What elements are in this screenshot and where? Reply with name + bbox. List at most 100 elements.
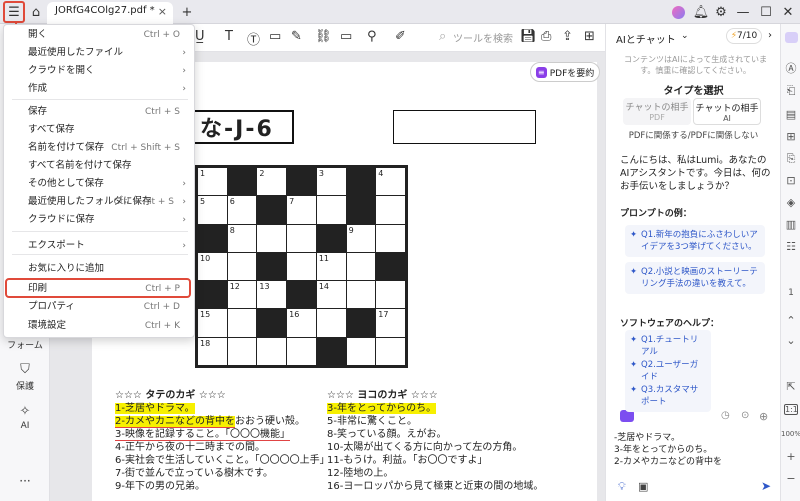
cursor-icon[interactable]: ⇱ — [784, 380, 798, 393]
scan-doc-icon[interactable]: ⊡ — [784, 174, 798, 187]
clue-text: 3-年をとってからのち。 — [327, 403, 437, 414]
text-icon[interactable]: T — [225, 29, 233, 44]
document-tab[interactable]: JORfG4COlg27.pdf * × — [47, 2, 173, 24]
clue-text: 11-もうけ。利益。「お〇〇ですよ」 — [327, 455, 488, 466]
textbox-icon[interactable]: Ⓣ — [247, 29, 260, 48]
zoom-out-icon[interactable]: − — [784, 472, 798, 485]
layers-icon[interactable]: ◈ — [784, 196, 798, 209]
shape-icon[interactable]: ▭ — [340, 29, 352, 44]
menu-item[interactable]: すべて保存 — [4, 121, 194, 139]
grid-cell: 4 — [376, 168, 405, 196]
menu-item[interactable]: 開く Ctrl + O — [4, 26, 194, 44]
grid-number: 14 — [318, 282, 330, 292]
help-link[interactable]: ✦ Q3.カスタマサポート — [625, 380, 711, 412]
grid-number: 17 — [378, 310, 389, 320]
menu-item[interactable]: その他として保存 › — [4, 175, 194, 193]
help-heading: ソフトウェアのヘルプ： — [620, 319, 720, 329]
option-sub: AI — [723, 114, 731, 123]
summarize-pdf-button[interactable]: ≡ PDFを要約 — [530, 62, 600, 82]
across-clue: 3-年をとってからのち。 — [327, 402, 557, 415]
grid-number: 13 — [259, 282, 270, 292]
gear-icon[interactable]: ⚙ — [710, 2, 732, 22]
menu-item[interactable]: プロパティ Ctrl + D — [4, 298, 194, 316]
send-icon[interactable]: ➤ — [761, 479, 771, 493]
across-clue: 5-非常に驚くこと。 — [327, 415, 557, 428]
sidebar-item-protect[interactable]: ⛉ 保護 — [0, 362, 50, 392]
close-panel-icon[interactable]: › — [768, 30, 772, 41]
maximize-button[interactable]: ☐ — [755, 2, 777, 22]
prompt-example[interactable]: ✦ Q2.小説と映画のストーリーテリング手法の違いを教えて。 — [625, 262, 765, 294]
image-icon[interactable]: ▣ — [638, 480, 648, 493]
menu-item[interactable]: 作成 › — [4, 80, 194, 98]
add-icon[interactable]: ⊕ — [759, 410, 768, 423]
list-icon[interactable]: ☷ — [784, 240, 798, 253]
page-number[interactable]: 1 — [784, 288, 798, 298]
chevron-down-icon[interactable]: ⌄ — [681, 31, 689, 41]
bell-icon[interactable]: 🔔︎ — [690, 2, 712, 22]
option-chat-ai[interactable]: チャットの相手 AI — [693, 98, 761, 125]
document-icon[interactable]: ▤ — [784, 108, 798, 121]
menu-item[interactable]: 最近使用したファイル › — [4, 44, 194, 62]
tab-title: JORfG4COlg27.pdf * — [55, 5, 155, 16]
menu-item[interactable]: 最近使用したフォルダに保存 Ctrl + Alt + S › — [4, 193, 194, 211]
grid-cell — [376, 224, 405, 252]
clock-icon[interactable]: ◷ — [721, 410, 730, 421]
chart-icon[interactable]: ▥ — [784, 218, 798, 231]
print-icon[interactable]: ⎙ — [541, 29, 551, 44]
comment-icon[interactable]: ▭ — [269, 29, 281, 44]
grid-number: 12 — [229, 282, 240, 292]
zoom-level[interactable]: 100% — [781, 430, 800, 438]
expand-icon[interactable]: ⊙ — [741, 410, 749, 421]
grid-cell-black — [227, 168, 257, 196]
link-icon[interactable]: ⛓ — [315, 29, 332, 44]
menu-item[interactable]: 保存 Ctrl + S — [4, 103, 194, 121]
option-chat-pdf[interactable]: チャットの相手 PDF — [623, 98, 691, 125]
grid-cell: 18 — [198, 337, 227, 365]
menu-item[interactable]: 環境設定 Ctrl + K — [4, 317, 194, 335]
menu-item[interactable]: お気に入りに追加 — [4, 260, 194, 278]
menu-item[interactable]: 名前を付けて保存 Ctrl + Shift + S — [4, 139, 194, 157]
upload-icon[interactable]: ⇪ — [562, 29, 573, 44]
pen-icon[interactable]: ✎ — [291, 29, 302, 44]
chevron-right-icon: › — [182, 48, 186, 58]
grid-cell-black — [257, 309, 287, 337]
edit-icon[interactable]: ✐ — [395, 29, 406, 44]
more-icon[interactable]: ··· — [0, 474, 50, 488]
page-down-icon[interactable]: ⌄ — [784, 334, 798, 347]
fit-page-button[interactable]: 1:1 — [784, 404, 798, 415]
stamp-icon[interactable]: ⚲ — [367, 29, 377, 44]
scan-icon[interactable]: ⊞ — [584, 29, 595, 44]
clue-text: 1-芝居やドラマ。 — [115, 403, 195, 414]
lightbulb-icon[interactable]: 💡︎ — [618, 480, 626, 494]
grid-cell-black — [346, 168, 376, 196]
menu-item[interactable]: すべて名前を付けて保存 — [4, 157, 194, 175]
ai-chat-input[interactable]: -芝居やドラマ。 3-年をとってからのち。 2-カメやカニなどの背中を — [614, 432, 774, 480]
across-clue: 16-ヨーロッパから見て極東と近東の間の地域。 — [327, 480, 557, 493]
save-icon[interactable]: 💾︎ — [520, 29, 537, 44]
close-tab-icon[interactable]: × — [158, 5, 167, 18]
zoom-in-icon[interactable]: + — [784, 450, 798, 463]
menu-item[interactable]: エクスポート › — [4, 237, 194, 255]
help-text: Q2.ユーザーガイド — [641, 360, 699, 382]
menu-item-label: クラウドを開く — [28, 65, 95, 76]
page-up-icon[interactable]: ⌃ — [784, 314, 798, 327]
grid-icon[interactable]: ⊞ — [784, 130, 798, 143]
avatar[interactable] — [667, 2, 689, 22]
prompt-example[interactable]: ✦ Q1.新年の抱負にふさわしいアイデアを3つ挙げてください。 — [625, 225, 765, 257]
ai-assistant-icon[interactable] — [784, 32, 798, 46]
attachment-icon[interactable]: ⎘ — [784, 152, 798, 166]
clue-text: 16-ヨーロッパから見て極東と近東の間の地域。 — [327, 481, 544, 492]
minimize-button[interactable]: — — [732, 2, 754, 22]
menu-shortcut: Ctrl + O — [143, 30, 180, 40]
close-window-button[interactable]: ✕ — [777, 2, 799, 22]
underline-icon[interactable]: U̲ — [195, 29, 205, 44]
bookmark-icon[interactable]: ⎗ — [784, 84, 798, 98]
text-recognition-icon[interactable]: Ⓐ — [784, 60, 798, 76]
sidebar-item-form[interactable]: フォーム — [0, 338, 50, 351]
sidebar-item-ai[interactable]: ✧ AI — [0, 404, 50, 431]
menu-item[interactable]: クラウドを開く › — [4, 62, 194, 80]
grid-cell: 16 — [287, 309, 316, 337]
menu-item[interactable]: クラウドに保存 › — [4, 211, 194, 229]
sidebar-item-label: AI — [20, 421, 30, 431]
new-tab-button[interactable]: + — [176, 2, 198, 22]
